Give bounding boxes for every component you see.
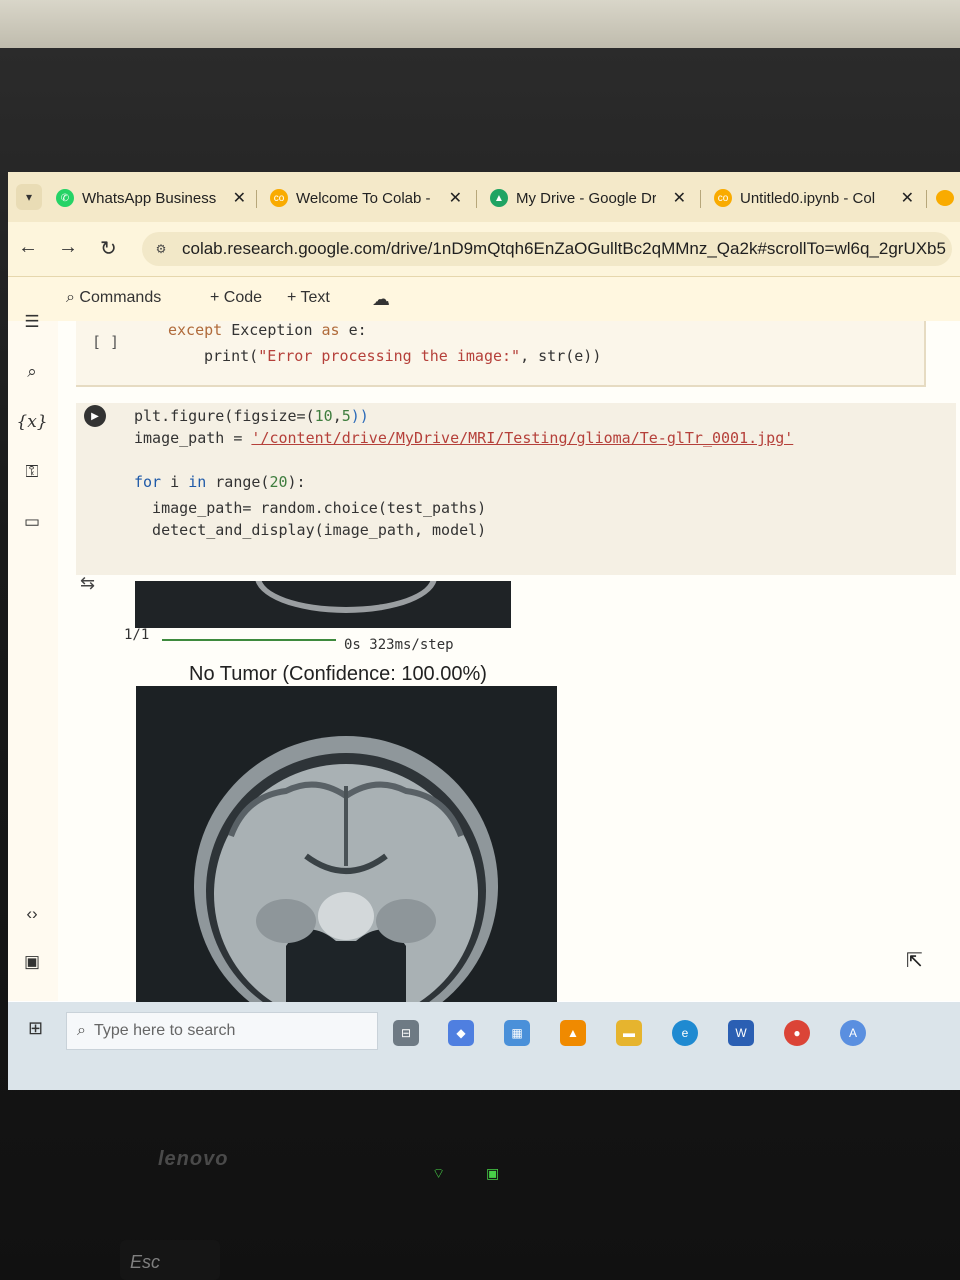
back-arrow-icon[interactable]: ← [18,236,38,259]
site-settings-icon[interactable]: ⚙ [150,238,172,260]
code-snippets-icon[interactable]: ‹› [18,901,46,927]
output-actions-icon[interactable]: ⇆ [80,573,95,594]
tab-separator [926,190,927,208]
search-icon: ⌕ [66,289,75,306]
close-icon[interactable]: ✕ [449,188,462,208]
url-text: colab.research.google.com/drive/1nD9mQtq… [182,239,946,258]
commands-label: Commands [79,289,162,306]
laptop-screen: ▾ ✆ WhatsApp Business ✕ co Welcome To Co… [8,172,960,1090]
files-folder-icon[interactable]: ▭ [18,509,46,535]
close-icon[interactable]: ✕ [901,188,914,208]
commands-button[interactable]: ⌕ Commands [66,289,161,307]
browser-tab-strip: ▾ ✆ WhatsApp Business ✕ co Welcome To Co… [8,172,960,222]
code-line: image_path= random.choice(test_paths) [134,499,487,517]
windows-start-icon[interactable]: ⊞ [28,1018,43,1039]
code-line: plt.figure(figsize=(10,5)) [134,407,369,425]
vlc-icon[interactable]: ▲ [560,1020,586,1046]
tab-separator [700,190,701,208]
whatsapp-icon: ✆ [56,189,74,207]
google-drive-icon: ▲ [490,189,508,207]
forward-arrow-icon[interactable]: → [58,236,78,259]
progress-count: 1/1 [124,627,150,643]
previous-mri-image [135,581,511,628]
colab-icon[interactable] [936,190,954,206]
battery-led-icon: ▣ [486,1165,500,1181]
table-of-contents-icon[interactable]: ☰ [18,309,46,335]
add-code-button[interactable]: + Code [210,289,262,307]
code-cell[interactable]: plt.figure(figsize=(10,5)) image_path = … [76,403,956,575]
tab-separator [476,190,477,208]
mri-brain-image [136,686,557,1002]
mouse-cursor-icon: ⇱ [906,950,923,972]
code-line: image_path = '/content/drive/MyDrive/MRI… [134,429,794,447]
tab-search-chevron-icon[interactable]: ▾ [16,184,42,210]
chrome-icon[interactable]: ● [784,1020,810,1046]
terminal-icon[interactable]: ▣ [18,949,46,975]
tab-whatsapp[interactable]: ✆ WhatsApp Business ✕ [56,182,246,214]
tab-label: My Drive - Google Dr [516,189,656,207]
file-explorer-icon[interactable]: ▬ [616,1020,642,1046]
progress-bar [162,639,336,641]
code-line: print("Error processing the image:", str… [204,347,602,365]
colab-toolbar: ⌕ Commands + Code + Text ☁ [8,277,960,322]
tab-label: Welcome To Colab - C [296,189,432,207]
word-icon[interactable]: W [728,1020,754,1046]
edge-browser-icon[interactable]: e [672,1020,698,1046]
code-line: detect_and_display(image_path, model) [134,521,487,539]
secrets-key-icon[interactable]: ⚿ [18,459,46,485]
windows-taskbar: ⊞ ⌕ Type here to search ⊟ ◆ ▦ ▲ ▬ e W ● … [8,1002,960,1090]
browser-nav-bar: ← → ↻ ⚙ colab.research.google.com/drive/… [8,222,960,277]
copilot-icon[interactable]: ◆ [448,1020,474,1046]
tab-untitled-notebook[interactable]: co Untitled0.ipynb - Col ✕ [714,182,914,214]
wifi-led-icon: ⌔ [432,1165,446,1181]
tab-welcome-colab[interactable]: co Welcome To Colab - C ✕ [270,182,462,214]
variables-icon[interactable]: {x} [16,409,47,435]
progress-time: 0s 323ms/step [344,637,454,653]
colab-icon: co [270,189,288,207]
reload-icon[interactable]: ↻ [100,236,117,261]
cell-execution-bracket: [ ] [92,333,120,351]
prediction-title: No Tumor (Confidence: 100.00%) [189,663,487,685]
search-placeholder: Type here to search [93,1022,236,1039]
search-icon: ⌕ [77,1022,86,1039]
left-sidebar: ☰ ⌕ {x} ⚿ ▭ ‹› ▣ [8,312,58,1001]
laptop-brand-logo: lenovo [158,1148,229,1170]
esc-key: Esc [120,1240,220,1280]
tab-my-drive[interactable]: ▲ My Drive - Google Dr ✕ [490,182,686,214]
find-replace-icon[interactable]: ⌕ [18,359,46,385]
code-line: except Exception as e: [168,321,367,339]
taskbar-search-box[interactable]: ⌕ Type here to search [66,1012,378,1050]
address-bar[interactable]: ⚙ colab.research.google.com/drive/1nD9mQ… [142,232,952,266]
code-cell[interactable]: [ ] except Exception as e: print("Error … [76,321,926,387]
tab-label: Untitled0.ipynb - Col [740,189,876,207]
colab-icon: co [714,189,732,207]
app-icon[interactable]: A [840,1020,866,1046]
microsoft-store-icon[interactable]: ▦ [504,1020,530,1046]
tab-separator [256,190,257,208]
task-view-icon[interactable]: ⊟ [393,1020,419,1046]
notebook-area: [ ] except Exception as e: print("Error … [58,321,960,1002]
drive-save-icon[interactable]: ☁ [372,289,390,310]
tab-label: WhatsApp Business [82,189,216,207]
run-cell-button[interactable]: ▶ [84,405,106,427]
add-text-button[interactable]: + Text [287,289,330,307]
code-line: for i in range(20): [134,473,306,491]
close-icon[interactable]: ✕ [233,188,246,208]
close-icon[interactable]: ✕ [673,188,686,208]
